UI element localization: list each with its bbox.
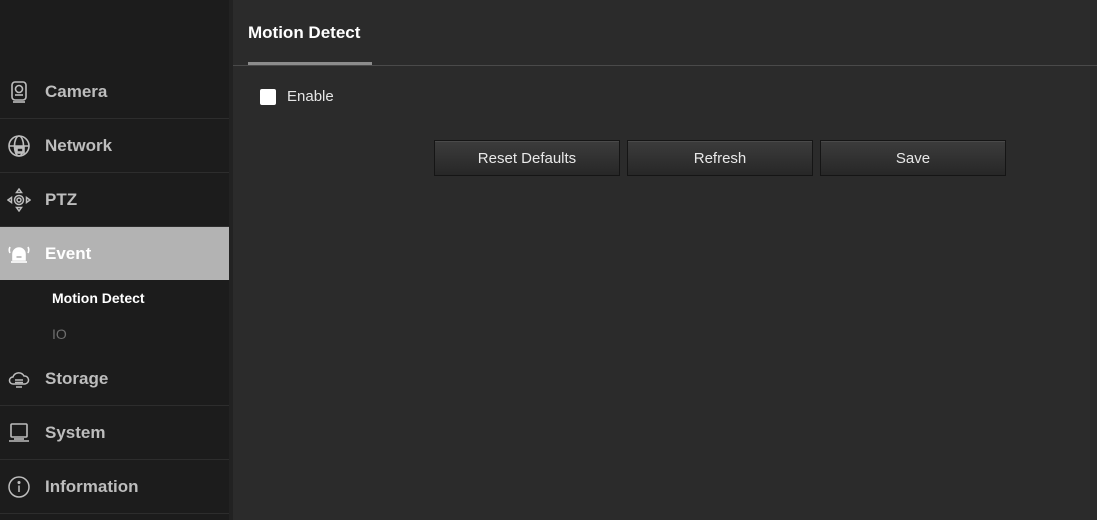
active-item-highlight xyxy=(0,227,240,280)
cloud-storage-icon xyxy=(7,367,31,391)
sidebar-item-camera[interactable]: Camera xyxy=(0,65,229,119)
sidebar-item-label: Event xyxy=(45,243,92,263)
sidebar-item-label: PTZ xyxy=(45,189,78,209)
computer-icon xyxy=(7,421,31,445)
sidebar-item-label: Camera xyxy=(45,81,108,101)
ptz-icon xyxy=(7,187,31,212)
sidebar-item-label: Storage xyxy=(45,368,109,388)
camera-icon xyxy=(7,80,31,104)
sidebar-item-information[interactable]: Information xyxy=(0,460,229,514)
app-window: Camera Network PTZ Event Motion Detect I… xyxy=(0,0,1097,520)
tab-bar: Motion Detect xyxy=(233,0,1097,66)
enable-label: Enable xyxy=(287,88,334,105)
sidebar-item-storage[interactable]: Storage xyxy=(0,352,229,406)
alarm-icon xyxy=(7,242,31,266)
tab-active-indicator xyxy=(248,62,372,65)
tab-label: Motion Detect xyxy=(248,22,361,42)
sidebar-item-event[interactable]: Event xyxy=(0,227,240,280)
sidebar-item-label: Network xyxy=(45,135,113,155)
sidebar-header xyxy=(0,0,229,65)
enable-row: Enable xyxy=(260,88,334,105)
refresh-button[interactable]: Refresh xyxy=(627,140,813,176)
enable-checkbox[interactable] xyxy=(260,88,276,105)
tab-motion-detect[interactable]: Motion Detect xyxy=(248,0,372,65)
network-icon xyxy=(7,134,31,158)
main-panel: Motion Detect Enable Reset Defaults Refr… xyxy=(229,0,1097,520)
reset-defaults-button[interactable]: Reset Defaults xyxy=(434,140,620,176)
sidebar-subitem-motion-detect[interactable]: Motion Detect xyxy=(0,280,229,316)
action-buttons: Reset Defaults Refresh Save xyxy=(434,140,1006,176)
sidebar-item-system[interactable]: System xyxy=(0,406,229,460)
sidebar-item-label: Information xyxy=(45,476,139,496)
sidebar: Camera Network PTZ Event Motion Detect I… xyxy=(0,0,240,520)
sidebar-item-label: System xyxy=(45,422,106,442)
sidebar-subitem-io[interactable]: IO xyxy=(0,316,229,352)
save-button[interactable]: Save xyxy=(820,140,1006,176)
info-icon xyxy=(7,475,31,499)
sidebar-item-network[interactable]: Network xyxy=(0,119,229,173)
sidebar-item-ptz[interactable]: PTZ xyxy=(0,173,229,227)
